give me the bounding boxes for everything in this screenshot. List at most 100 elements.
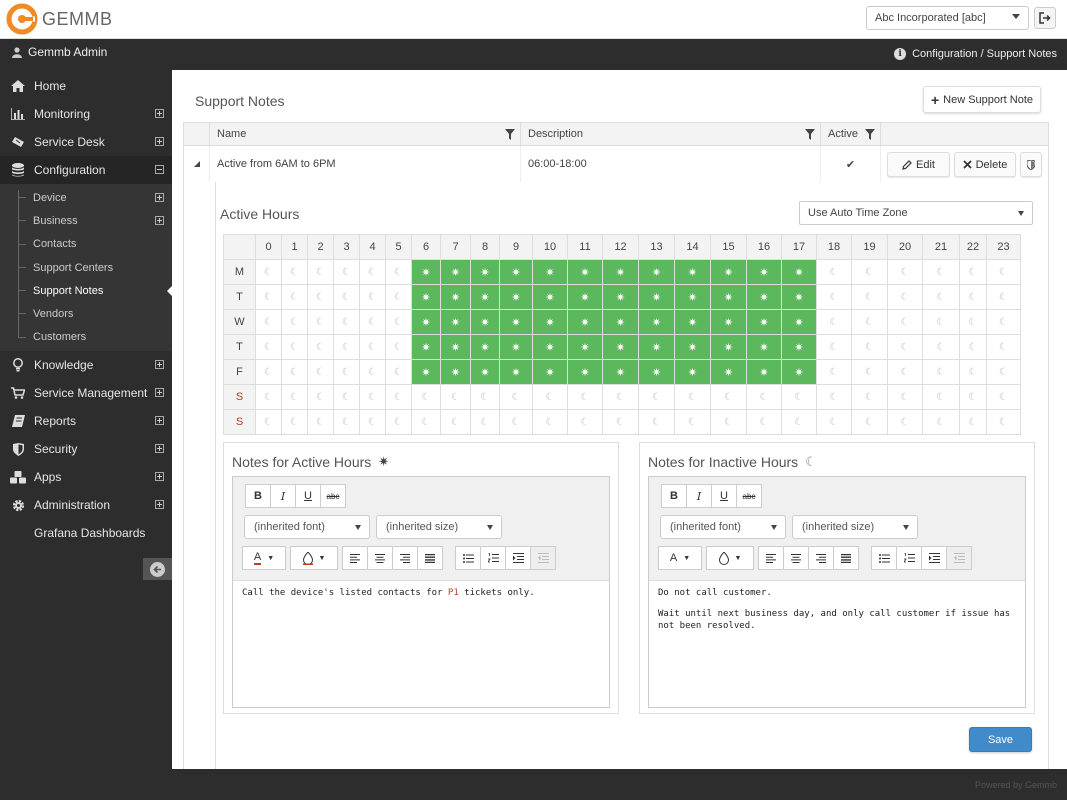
inactive-hour-cell[interactable]: ☾ [887,334,923,360]
active-hour-cell[interactable]: ✷ [567,359,603,385]
active-hour-cell[interactable]: ✷ [470,284,500,310]
active-hour-cell[interactable]: ✷ [470,309,500,335]
inactive-hour-cell[interactable]: ☾ [359,284,386,310]
active-hour-cell[interactable]: ✷ [567,284,603,310]
hour-header[interactable]: 0 [255,234,282,260]
inactive-hour-cell[interactable]: ☾ [986,259,1021,285]
inactive-hour-cell[interactable]: ☾ [307,309,334,335]
font-color-button[interactable]: A ▼ [242,546,286,570]
numbered-list-button[interactable] [896,546,922,570]
hour-header[interactable]: 17 [781,234,817,260]
inactive-hour-cell[interactable]: ☾ [746,409,782,435]
inactive-hour-cell[interactable]: ☾ [781,384,817,410]
sidebar-item-service-management[interactable]: Service Management [0,379,172,407]
expand-icon[interactable] [155,109,164,118]
inactive-hour-cell[interactable]: ☾ [816,409,852,435]
inactive-hour-cell[interactable]: ☾ [385,359,412,385]
hour-header[interactable]: 12 [602,234,639,260]
inactive-hour-cell[interactable]: ☾ [922,259,960,285]
active-hour-cell[interactable]: ✷ [411,284,441,310]
underline-button[interactable]: U [711,484,737,508]
inactive-hour-cell[interactable]: ☾ [986,284,1021,310]
inactive-hour-cell[interactable]: ☾ [851,384,888,410]
active-hour-cell[interactable]: ✷ [710,259,747,285]
expand-icon[interactable] [155,472,164,482]
active-hour-cell[interactable]: ✷ [567,259,603,285]
italic-button[interactable]: I [686,484,712,508]
inactive-hour-cell[interactable]: ☾ [638,409,675,435]
inactive-hour-cell[interactable]: ☾ [281,309,308,335]
inactive-hour-cell[interactable]: ☾ [255,309,282,335]
day-label[interactable]: T [223,334,256,360]
sidebar-item-knowledge[interactable]: Knowledge [0,351,172,379]
inactive-hour-cell[interactable]: ☾ [333,384,360,410]
inactive-hour-cell[interactable]: ☾ [959,259,987,285]
sidebar-item-apps[interactable]: Apps [0,463,172,491]
inactive-hour-cell[interactable]: ☾ [851,284,888,310]
active-hour-cell[interactable]: ✷ [674,334,711,360]
inactive-hour-cell[interactable]: ☾ [333,359,360,385]
hour-header[interactable]: 1 [281,234,308,260]
inactive-hour-cell[interactable]: ☾ [281,284,308,310]
active-hour-cell[interactable]: ✷ [710,309,747,335]
sidebar-item-service-desk[interactable]: Service Desk [0,128,172,156]
sidebar-subitem-vendors[interactable]: Vendors [0,302,172,325]
inactive-hour-cell[interactable]: ☾ [638,384,675,410]
hour-header[interactable]: 15 [710,234,747,260]
active-hour-cell[interactable]: ✷ [638,309,675,335]
inactive-hour-cell[interactable]: ☾ [887,309,923,335]
inactive-hour-cell[interactable]: ☾ [255,334,282,360]
active-hour-cell[interactable]: ✷ [411,259,441,285]
inactive-hour-cell[interactable]: ☾ [959,384,987,410]
active-hour-cell[interactable]: ✷ [710,334,747,360]
inactive-hour-cell[interactable]: ☾ [281,334,308,360]
delete-button[interactable]: Delete [954,152,1016,177]
size-select[interactable]: (inherited size) [792,515,918,539]
active-hour-cell[interactable]: ✷ [532,284,568,310]
active-hour-cell[interactable]: ✷ [746,284,782,310]
inactive-hour-cell[interactable]: ☾ [746,384,782,410]
sidebar-subitem-customers[interactable]: Customers [0,326,172,349]
inactive-hour-cell[interactable]: ☾ [922,384,960,410]
active-hour-cell[interactable]: ✷ [532,259,568,285]
inactive-hour-cell[interactable]: ☾ [333,309,360,335]
table-row[interactable]: Active from 6AM to 6PM 06:00-18:00 ✔ Edi… [183,146,1049,182]
inactive-hour-cell[interactable]: ☾ [986,334,1021,360]
bold-button[interactable]: B [661,484,687,508]
active-hour-cell[interactable]: ✷ [470,259,500,285]
hour-header[interactable]: 19 [851,234,888,260]
active-hour-cell[interactable]: ✷ [499,259,533,285]
inactive-hour-cell[interactable]: ☾ [959,284,987,310]
hour-header[interactable]: 8 [470,234,500,260]
inactive-hour-cell[interactable]: ☾ [499,409,533,435]
inactive-hour-cell[interactable]: ☾ [385,284,412,310]
inactive-hour-cell[interactable]: ☾ [887,259,923,285]
inactive-hour-cell[interactable]: ☾ [710,384,747,410]
day-label[interactable]: S [223,384,256,410]
inactive-hour-cell[interactable]: ☾ [411,409,441,435]
active-hour-cell[interactable]: ✷ [470,334,500,360]
align-justify-button[interactable] [833,546,859,570]
font-select[interactable]: (inherited font) [244,515,370,539]
day-label[interactable]: F [223,359,256,385]
hour-header[interactable]: 10 [532,234,568,260]
inactive-hour-cell[interactable]: ☾ [255,259,282,285]
active-hour-cell[interactable]: ✷ [440,334,471,360]
expand-icon[interactable] [155,416,164,426]
inactive-hour-cell[interactable]: ☾ [359,359,386,385]
size-select[interactable]: (inherited size) [376,515,502,539]
inactive-hour-cell[interactable]: ☾ [851,334,888,360]
inactive-hour-cell[interactable]: ☾ [922,359,960,385]
hour-header[interactable]: 14 [674,234,711,260]
inactive-hour-cell[interactable]: ☾ [255,384,282,410]
sidebar-item-reports[interactable]: Reports [0,407,172,435]
strikethrough-button[interactable]: abc [736,484,762,508]
active-hour-cell[interactable]: ✷ [638,334,675,360]
inactive-hour-cell[interactable]: ☾ [359,409,386,435]
collapse-icon[interactable] [155,165,164,174]
inactive-hour-cell[interactable]: ☾ [307,284,334,310]
filter-icon[interactable] [805,129,815,140]
indent-button[interactable] [505,546,531,570]
active-hour-cell[interactable]: ✷ [602,334,639,360]
inactive-hour-cell[interactable]: ☾ [359,259,386,285]
